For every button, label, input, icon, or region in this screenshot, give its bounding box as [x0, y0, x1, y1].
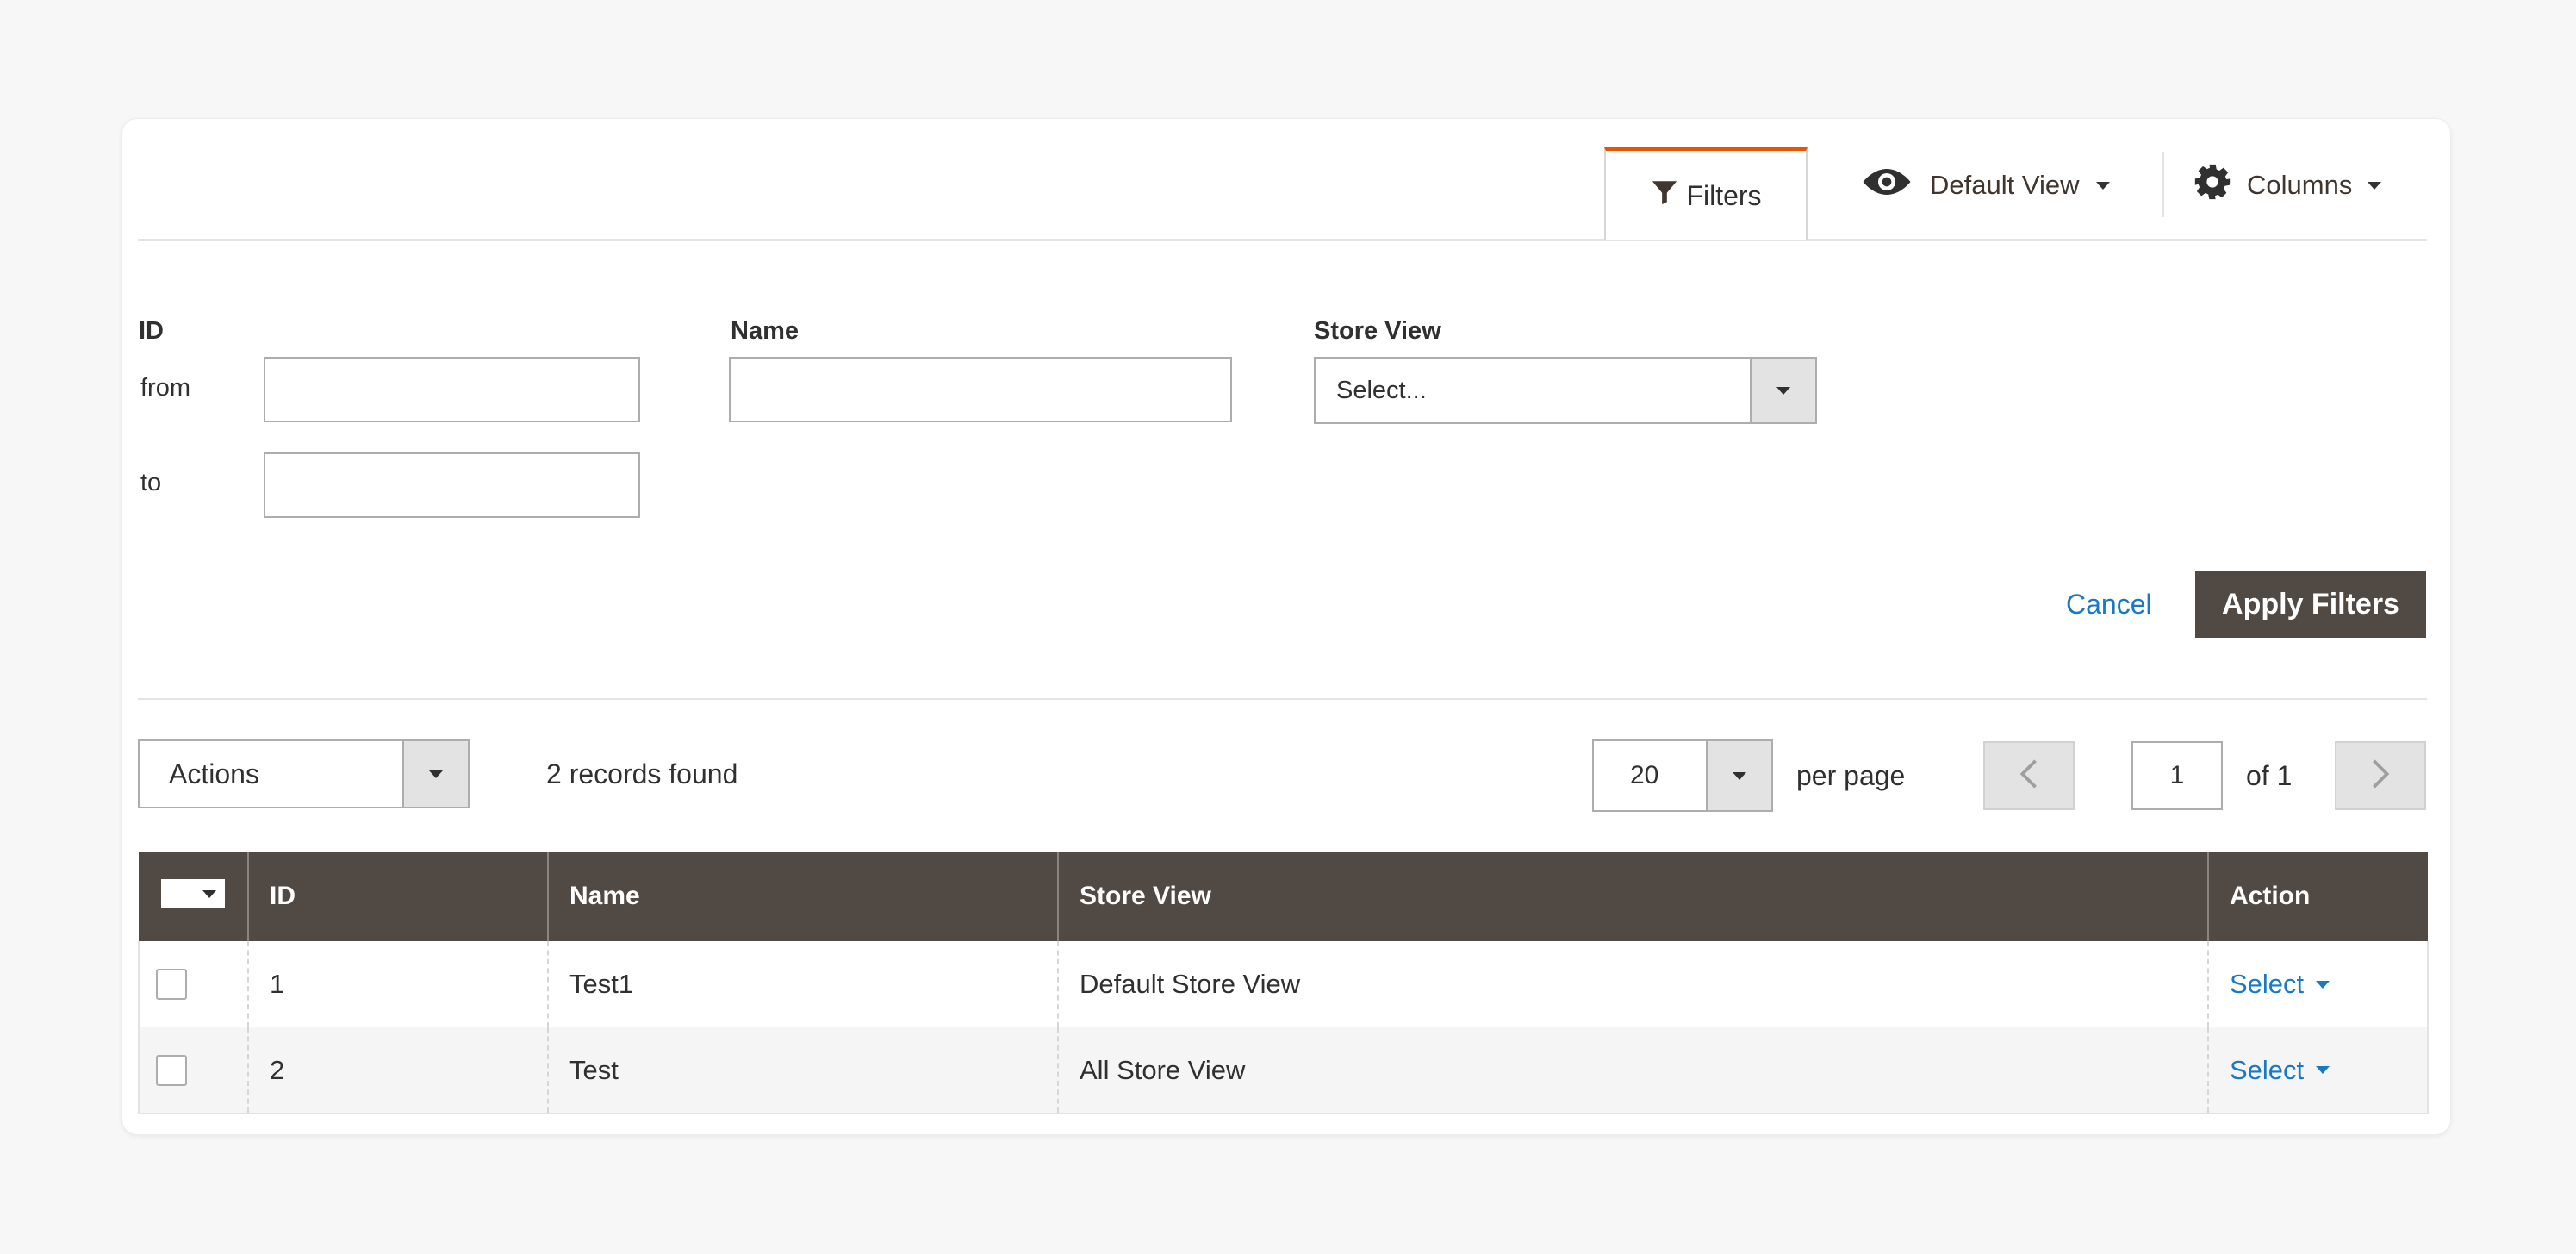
- prev-page-button[interactable]: [1983, 741, 2075, 810]
- filter-id-from-label: from: [140, 374, 190, 402]
- section-divider: [138, 698, 2427, 700]
- row-select-cell: [139, 1027, 248, 1114]
- default-view-dropdown[interactable]: Default View: [1861, 155, 2111, 215]
- column-header-name[interactable]: Name: [547, 852, 1058, 941]
- id-from-input[interactable]: [264, 357, 640, 422]
- records-count: 2 records found: [546, 758, 738, 789]
- page-total-label: of 1: [2246, 759, 2293, 791]
- filter-store-view-label: Store View: [1314, 317, 1441, 345]
- per-page-label: per page: [1796, 759, 1906, 791]
- data-grid: ID Name Store View Action 1 Test1 Defaul…: [138, 852, 2429, 1114]
- chevron-down-icon: [2096, 181, 2111, 190]
- name-filter-input[interactable]: [729, 357, 1232, 422]
- cell-id: 2: [247, 1027, 548, 1114]
- filters-button[interactable]: Filters: [1604, 147, 1808, 240]
- columns-dropdown[interactable]: Columns: [2193, 155, 2382, 215]
- chevron-down-icon: [2316, 1066, 2330, 1074]
- per-page-value: 20: [1630, 761, 1659, 789]
- select-arrow: [1706, 741, 1771, 810]
- chevron-down-icon: [1776, 386, 1790, 395]
- column-header-store-view[interactable]: Store View: [1057, 852, 2208, 941]
- table-row: 2 Test All Store View Select: [139, 1027, 2428, 1114]
- cell-store-view: Default Store View: [1057, 941, 2208, 1027]
- select-arrow: [402, 741, 468, 807]
- row-action-select[interactable]: Select: [2230, 1055, 2330, 1086]
- cancel-filters-button[interactable]: Cancel: [2066, 583, 2152, 626]
- row-select-cell: [139, 941, 248, 1027]
- table-row: 1 Test1 Default Store View Select: [139, 941, 2428, 1027]
- row-checkbox[interactable]: [156, 969, 187, 1000]
- mass-select-arrow: [196, 881, 223, 907]
- cell-name: Test1: [547, 941, 1058, 1027]
- filters-label: Filters: [1686, 179, 1762, 211]
- row-action-select[interactable]: Select: [2230, 969, 2330, 1000]
- apply-filters-button[interactable]: Apply Filters: [2195, 571, 2426, 638]
- column-header-id[interactable]: ID: [247, 852, 548, 941]
- chevron-down-icon: [1733, 771, 1746, 780]
- mass-select-checkbox[interactable]: [161, 879, 225, 908]
- select-arrow: [1750, 359, 1815, 422]
- filter-name-label: Name: [731, 317, 799, 345]
- id-to-input[interactable]: [264, 452, 640, 518]
- default-view-label: Default View: [1930, 170, 2080, 200]
- actions-dropdown[interactable]: Actions: [138, 739, 470, 808]
- gear-icon: [2193, 163, 2231, 208]
- filter-id-label: ID: [139, 317, 164, 345]
- page-number-input[interactable]: [2131, 741, 2223, 810]
- row-checkbox[interactable]: [156, 1054, 187, 1086]
- next-page-button[interactable]: [2335, 741, 2426, 810]
- per-page-select[interactable]: 20: [1592, 739, 1773, 812]
- cell-action: Select: [2207, 1027, 2428, 1114]
- store-view-select-value: Select...: [1336, 376, 1427, 404]
- toolbar-separator: [2162, 152, 2164, 217]
- chevron-down-icon: [2368, 181, 2382, 190]
- cell-action: Select: [2207, 941, 2428, 1027]
- row-action-label: Select: [2230, 969, 2305, 999]
- eye-icon: [1861, 165, 1913, 206]
- actions-label: Actions: [169, 758, 259, 789]
- cell-store-view: All Store View: [1057, 1027, 2208, 1114]
- column-header-action: Action: [2207, 852, 2428, 941]
- grid-header-row: ID Name Store View Action: [139, 852, 2428, 941]
- mass-select-header: [139, 852, 248, 941]
- cell-name: Test: [547, 1027, 1058, 1114]
- chevron-down-icon: [429, 770, 443, 778]
- filter-id-to-label: to: [140, 469, 162, 496]
- row-action-label: Select: [2230, 1054, 2305, 1085]
- cell-id: 1: [247, 941, 548, 1027]
- chevron-down-icon: [2316, 980, 2330, 989]
- funnel-icon: [1650, 178, 1679, 214]
- store-view-select[interactable]: Select...: [1314, 357, 1817, 424]
- columns-label: Columns: [2247, 170, 2353, 200]
- chevron-down-icon: [202, 889, 216, 898]
- mass-select-box: [163, 881, 192, 907]
- toolbar-divider: [138, 239, 2427, 241]
- chevron-left-icon: [2019, 758, 2039, 795]
- chevron-right-icon: [2370, 758, 2391, 795]
